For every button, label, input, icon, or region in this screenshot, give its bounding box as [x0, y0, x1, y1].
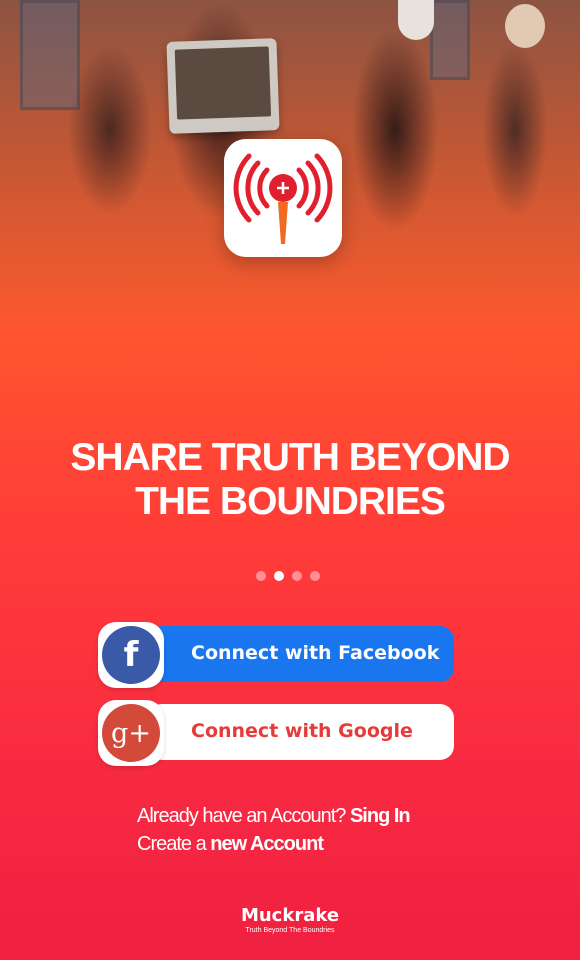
google-badge[interactable]: g+ — [98, 700, 164, 766]
connect-google-button[interactable]: g+ Connect with Google — [98, 700, 454, 766]
create-text: Create a — [137, 833, 207, 855]
laptop-image — [166, 38, 280, 134]
headline-line-2: THE BOUNDRIES — [135, 480, 446, 523]
headline: SHARE TRUTH BEYOND THE BOUNDRIES — [0, 436, 580, 524]
footer-brand: Muckrake Truth Beyond The Boundries — [0, 905, 580, 935]
page-dot[interactable] — [256, 571, 266, 581]
brand-name: Muckrake — [240, 905, 340, 926]
have-account-text: Already have an Account? — [137, 805, 346, 827]
new-account-link[interactable]: new Account — [210, 833, 324, 855]
sign-in-row: Already have an Account? Sing In — [137, 802, 411, 830]
brand-tagline: Truth Beyond The Boundries — [245, 927, 335, 934]
facebook-badge[interactable]: f — [98, 622, 164, 688]
page-indicator — [256, 571, 320, 581]
app-logo-icon — [224, 139, 342, 257]
broadcast-microphone-icon — [233, 153, 333, 244]
sign-in-link[interactable]: Sing In — [350, 805, 411, 827]
page-dot[interactable] — [310, 571, 320, 581]
create-account-row: Create a new Account — [137, 830, 410, 858]
account-links: Already have an Account? Sing In Create … — [137, 802, 411, 858]
page-dot[interactable] — [292, 571, 302, 581]
facebook-button-label[interactable]: Connect with Facebook — [191, 622, 439, 684]
connect-facebook-button[interactable]: f Connect with Facebook — [98, 622, 454, 688]
person-head — [505, 4, 545, 48]
person-mask — [398, 0, 434, 40]
google-plus-icon: g+ — [102, 704, 160, 762]
page-dot-active[interactable] — [274, 571, 284, 581]
headline-line-1: SHARE TRUTH BEYOND — [70, 436, 510, 479]
facebook-icon: f — [102, 626, 160, 684]
google-button-label[interactable]: Connect with Google — [191, 700, 413, 762]
